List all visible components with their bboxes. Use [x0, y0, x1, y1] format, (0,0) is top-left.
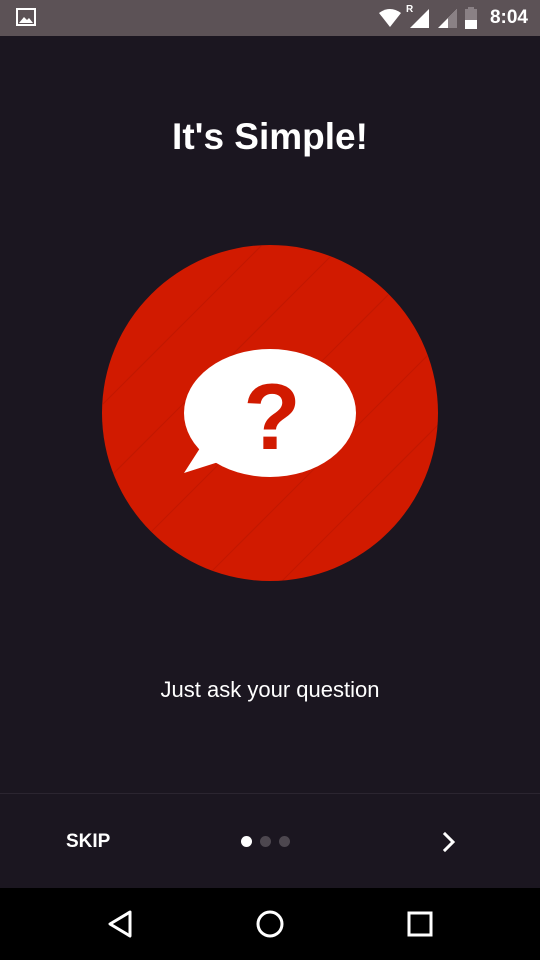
- back-triangle-icon: [108, 910, 132, 938]
- onboarding-controls: SKIP: [0, 793, 540, 889]
- status-icons: R 8:04: [378, 0, 528, 36]
- status-bar: R 8:04: [0, 0, 540, 36]
- home-circle-icon: [256, 910, 284, 938]
- home-button[interactable]: [248, 902, 292, 946]
- battery-icon: [464, 7, 477, 29]
- chevron-right-icon: [442, 831, 456, 853]
- back-button[interactable]: [98, 902, 142, 946]
- page-subtitle: Just ask your question: [160, 677, 380, 702]
- question-mark-glyph: ?: [243, 364, 300, 469]
- page-dot[interactable]: [260, 836, 271, 847]
- recents-button[interactable]: [398, 902, 442, 946]
- gallery-icon: [16, 8, 36, 26]
- skip-button[interactable]: SKIP: [52, 824, 124, 860]
- page-dot[interactable]: [279, 836, 290, 847]
- page-dot-active[interactable]: [241, 836, 252, 847]
- page-indicator: [241, 836, 290, 847]
- status-clock: 8:04: [489, 7, 528, 28]
- page-title: It's Simple!: [172, 116, 368, 157]
- next-button[interactable]: [430, 822, 470, 862]
- recents-square-icon: [407, 911, 433, 937]
- question-chat-bubble-icon: ?: [102, 245, 438, 581]
- wifi-icon: [378, 9, 401, 27]
- onboarding-screen: R 8:04 It's Simple! ? Just ask your ques…: [0, 0, 540, 960]
- navigation-bar: [0, 888, 540, 960]
- signal-icon: [437, 9, 457, 28]
- roaming-label: R: [405, 4, 414, 15]
- signal-roaming-icon: R: [405, 4, 430, 29]
